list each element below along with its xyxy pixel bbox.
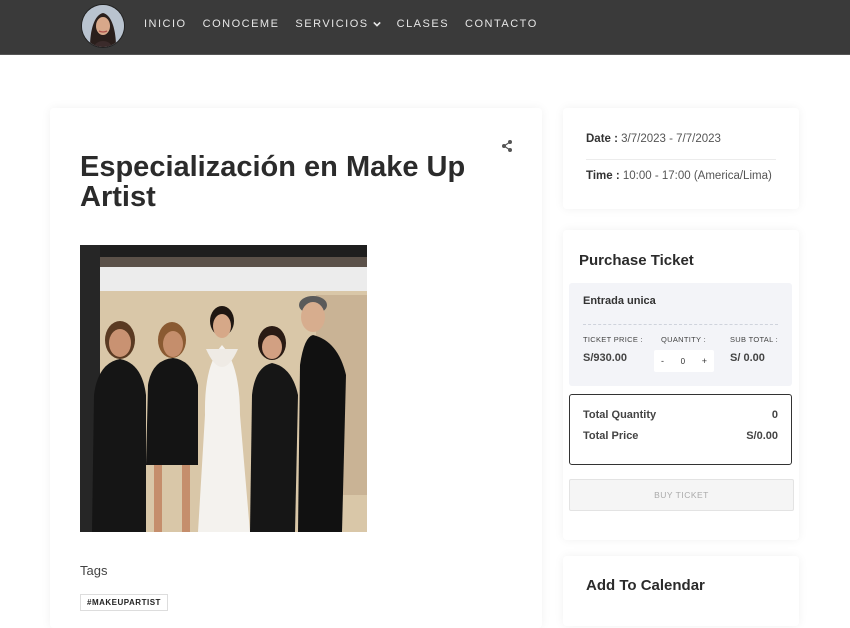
purchase-ticket-card: Purchase Ticket Entrada unica TICKET PRI… xyxy=(563,230,799,540)
event-photo xyxy=(80,245,367,532)
subtotal-value: S/ 0.00 xyxy=(730,352,765,364)
quantity-value[interactable]: 0 xyxy=(681,357,685,366)
add-to-calendar-heading: Add To Calendar xyxy=(586,577,705,594)
time-row: Time : 10:00 - 17:00 (America/Lima) xyxy=(586,170,772,182)
date-row: Date : 3/7/2023 - 7/7/2023 xyxy=(586,133,721,145)
divider xyxy=(583,324,778,325)
add-to-calendar-card: Add To Calendar xyxy=(563,556,799,626)
totals-box: Total Quantity 0 Total Price S/0.00 xyxy=(569,394,792,465)
date-value: 3/7/2023 - 7/7/2023 xyxy=(621,133,721,145)
nav-item-label: CONTACTO xyxy=(465,18,538,30)
ticket-price-value: S/930.00 xyxy=(583,352,628,364)
tags-label: Tags xyxy=(80,563,108,578)
nav-item-label: CLASES xyxy=(396,18,450,30)
nav-item-contacto[interactable]: CONTACTO xyxy=(465,18,538,30)
time-label: Time : xyxy=(586,170,620,182)
page-title: Especialización en Make Up Artist xyxy=(80,151,466,213)
decrement-button[interactable]: - xyxy=(654,356,671,366)
nav-item-label: CONOCEME xyxy=(202,18,280,30)
ticket-name: Entrada unica xyxy=(583,295,656,307)
share-icon[interactable] xyxy=(501,139,513,153)
increment-button[interactable]: + xyxy=(695,356,714,366)
main-nav: INICIO CONOCEME SERVICIOS CLASES CONTACT… xyxy=(144,18,538,30)
quantity-label: QUANTITY : xyxy=(661,335,706,344)
buy-ticket-button[interactable]: BUY TICKET xyxy=(569,479,794,511)
nav-item-inicio[interactable]: INICIO xyxy=(144,18,187,30)
quantity-stepper: - 0 + xyxy=(654,350,714,372)
nav-item-clases[interactable]: CLASES xyxy=(397,18,449,30)
ticket-price-label: TICKET PRICE : xyxy=(583,335,643,344)
divider xyxy=(586,159,776,160)
site-header: INICIO CONOCEME SERVICIOS CLASES CONTACT… xyxy=(0,0,850,55)
event-card: Especialización en Make Up Artist Tags #… xyxy=(50,108,542,628)
nav-item-servicios[interactable]: SERVICIOS xyxy=(295,18,381,30)
tag-chip[interactable]: #MAKEUPARTIST xyxy=(80,594,168,611)
nav-item-label: INICIO xyxy=(144,18,187,30)
date-label: Date : xyxy=(586,133,618,145)
schedule-card: Date : 3/7/2023 - 7/7/2023 Time : 10:00 … xyxy=(563,108,799,209)
chevron-down-icon xyxy=(372,21,381,27)
nav-item-conoceme[interactable]: CONOCEME xyxy=(203,18,280,30)
ticket-option: Entrada unica TICKET PRICE : QUANTITY : … xyxy=(569,283,792,386)
total-quantity-value: 0 xyxy=(771,409,778,421)
nav-item-label: SERVICIOS xyxy=(295,18,369,30)
total-quantity-label: Total Quantity xyxy=(583,409,657,421)
total-price-value: S/0.00 xyxy=(746,430,778,442)
total-quantity-row: Total Quantity 0 xyxy=(583,409,778,421)
total-price-label: Total Price xyxy=(583,430,639,442)
subtotal-label: SUB TOTAL : xyxy=(730,335,779,344)
purchase-ticket-heading: Purchase Ticket xyxy=(579,252,694,269)
avatar[interactable] xyxy=(82,5,124,47)
total-price-row: Total Price S/0.00 xyxy=(583,430,778,442)
time-value: 10:00 - 17:00 (America/Lima) xyxy=(622,170,772,182)
